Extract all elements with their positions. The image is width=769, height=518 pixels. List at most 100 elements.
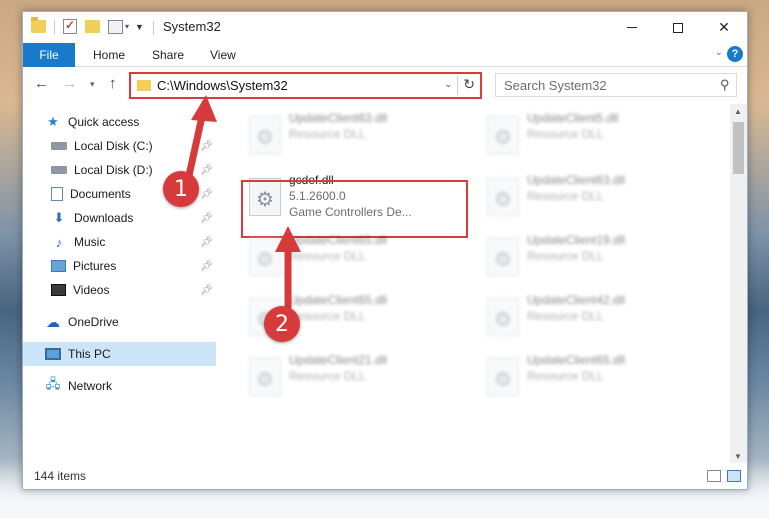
dll-file-icon <box>249 358 281 396</box>
sidebar-item-label: Network <box>68 379 113 393</box>
star-icon: ★ <box>47 114 59 129</box>
disk-icon <box>51 142 67 150</box>
scrollbar-thumb[interactable] <box>733 122 744 174</box>
status-bar: 144 items <box>23 463 747 489</box>
step-2-callout: 2 <box>264 306 300 342</box>
pictures-icon <box>51 260 66 272</box>
step-1-callout: 1 <box>163 171 199 207</box>
disk-icon <box>51 166 67 174</box>
maximize-icon <box>673 22 683 33</box>
file-type: Resource DLL <box>289 127 366 141</box>
sidebar-item-label: Downloads <box>74 211 134 225</box>
new-folder-icon[interactable] <box>85 20 100 33</box>
sidebar-item-label: Pictures <box>73 259 117 273</box>
scroll-up-icon[interactable]: ▲ <box>734 107 742 116</box>
folder-icon <box>137 80 151 91</box>
pin-icon[interactable]: 📌︎ <box>200 237 213 248</box>
file-name: UpdateClient42.dll <box>527 293 626 307</box>
minimize-button[interactable] <box>609 12 655 43</box>
window-title: System32 <box>163 19 221 34</box>
list-item[interactable]: UpdateClient63.dll Resource DLL <box>479 168 699 224</box>
pin-icon[interactable]: 📌︎ <box>200 141 213 152</box>
tab-view[interactable]: View <box>210 48 236 62</box>
sidebar-item-onedrive[interactable]: ☁ OneDrive <box>45 310 216 334</box>
address-bar[interactable]: C:\Windows\System32 ⌄ ↻ <box>129 72 482 99</box>
pin-icon[interactable]: 📌︎ <box>200 213 213 224</box>
tiles-view-icon[interactable] <box>727 470 741 482</box>
dll-file-icon <box>487 178 519 216</box>
file-type: Resource DLL <box>527 249 604 263</box>
list-item[interactable]: UpdateClient21.dll Resource DLL <box>241 348 461 404</box>
list-item[interactable]: UpdateClient42.dll Resource DLL <box>479 288 699 344</box>
address-path[interactable]: C:\Windows\System32 <box>157 78 288 93</box>
file-name: UpdateClient65.dll <box>289 233 388 247</box>
sidebar-item-network[interactable]: 🖧︎ Network <box>45 374 216 398</box>
file-name: UpdateClient19.dll <box>527 233 626 247</box>
sidebar-item-label: Videos <box>73 283 110 297</box>
file-type: Resource DLL <box>289 369 366 383</box>
file-explorer-window: ▾ ▼ System32 ✕ File Home Share View ⌄ ? … <box>22 11 748 490</box>
close-icon: ✕ <box>718 19 730 35</box>
sidebar-item-music[interactable]: ♪ Music 📌︎ <box>51 230 216 254</box>
title-bar: ▾ ▼ System32 ✕ <box>23 12 747 43</box>
sidebar-item-pictures[interactable]: Pictures 📌︎ <box>51 254 216 278</box>
pin-icon[interactable]: 📌︎ <box>200 189 213 200</box>
downloads-icon: ⬇ <box>53 210 65 225</box>
back-button[interactable]: ← <box>34 75 49 92</box>
pin-icon[interactable]: 📌︎ <box>200 261 213 272</box>
properties-check-icon[interactable] <box>63 18 77 34</box>
tab-share[interactable]: Share <box>152 48 184 62</box>
view-properties-icon[interactable] <box>108 19 123 34</box>
forward-button[interactable]: → <box>62 75 77 92</box>
search-input[interactable]: Search System32 ⚲ <box>495 73 737 97</box>
sidebar-item-label: OneDrive <box>68 315 119 329</box>
navigation-pane: ★ Quick access Local Disk (C:) 📌︎ Local … <box>23 104 216 464</box>
sidebar-item-downloads[interactable]: ⬇ Downloads 📌︎ <box>51 206 216 230</box>
refresh-button[interactable]: ↻ <box>463 76 475 93</box>
file-name: UpdateClient63.dll <box>289 111 388 125</box>
sidebar-item-local-disk-c[interactable]: Local Disk (C:) 📌︎ <box>51 134 216 158</box>
customize-toolbar-icon[interactable]: ▼ <box>135 22 144 32</box>
file-type: Resource DLL <box>289 249 366 263</box>
scroll-down-icon[interactable]: ▼ <box>734 452 742 461</box>
navigation-bar: ← → ▾ ↑ C:\Windows\System32 ⌄ ↻ Search S… <box>23 68 747 102</box>
file-name: UpdateClient21.dll <box>289 353 388 367</box>
pin-icon[interactable]: 📌︎ <box>200 165 213 176</box>
file-name: UpdateClient65.dll <box>527 353 626 367</box>
list-item[interactable]: UpdateClient5.dll Resource DLL <box>479 106 699 162</box>
file-type: Resource DLL <box>527 189 604 203</box>
folder-icon[interactable] <box>31 17 46 33</box>
list-item[interactable]: UpdateClient65.dll Resource DLL <box>479 348 699 404</box>
toolbar-caret-icon[interactable]: ▾ <box>125 22 129 31</box>
list-item[interactable]: UpdateClient65.dll Resource DLL <box>241 228 461 284</box>
sidebar-item-quick-access[interactable]: ★ Quick access <box>45 110 216 134</box>
network-icon: 🖧︎ <box>45 376 61 391</box>
file-list: UpdateClient63.dll Resource DLL gcdef.dl… <box>219 104 733 464</box>
quick-access-toolbar: ▾ ▼ <box>31 17 152 34</box>
sidebar-item-label: This PC <box>68 347 111 361</box>
search-icon[interactable]: ⚲ <box>720 77 730 93</box>
pin-icon[interactable]: 📌︎ <box>200 285 213 296</box>
sidebar-item-videos[interactable]: Videos 📌︎ <box>51 278 216 302</box>
dll-file-icon <box>487 116 519 154</box>
expand-ribbon-icon[interactable]: ⌄ <box>715 47 723 58</box>
list-item[interactable]: UpdateClient19.dll Resource DLL <box>479 228 699 284</box>
file-type: Resource DLL <box>289 309 366 323</box>
up-button[interactable]: ↑ <box>109 75 117 92</box>
dll-file-icon <box>487 298 519 336</box>
recent-locations-button[interactable]: ▾ <box>90 79 95 90</box>
help-button[interactable]: ? <box>727 46 743 62</box>
details-view-icon[interactable] <box>707 470 721 482</box>
search-placeholder: Search System32 <box>504 78 607 93</box>
list-item[interactable]: UpdateClient63.dll Resource DLL <box>241 106 461 162</box>
tab-home[interactable]: Home <box>93 48 125 62</box>
address-divider <box>457 76 458 95</box>
address-dropdown-icon[interactable]: ⌄ <box>444 79 452 90</box>
vertical-scrollbar[interactable]: ▲ ▼ <box>730 104 747 464</box>
sidebar-item-this-pc[interactable]: This PC <box>23 342 216 366</box>
maximize-button[interactable] <box>655 12 701 43</box>
dll-file-icon <box>249 116 281 154</box>
tab-file[interactable]: File <box>23 43 75 67</box>
pc-icon <box>45 348 61 360</box>
close-button[interactable]: ✕ <box>701 12 747 43</box>
